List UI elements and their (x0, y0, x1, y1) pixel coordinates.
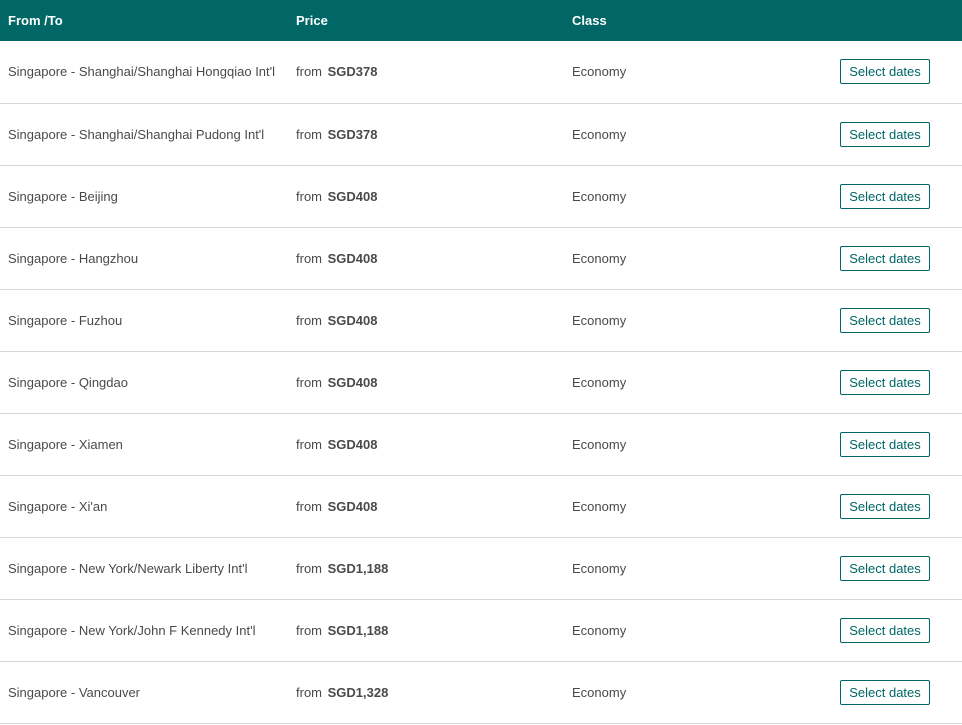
price-amount: SGD408 (327, 374, 378, 390)
price-cell: from SGD1,188 (296, 537, 572, 599)
table-row: Singapore - Fuzhou from SGD408 Economy S… (0, 289, 962, 351)
table-row: Singapore - Xi'an from SGD408 Economy Se… (0, 475, 962, 537)
class-cell: Economy (572, 622, 627, 638)
header-route: From /To (8, 13, 63, 28)
price-amount: SGD408 (327, 436, 378, 452)
table-row: Singapore - Qingdao from SGD408 Economy … (0, 351, 962, 413)
select-dates-button[interactable]: Select dates (840, 245, 930, 271)
price-cell: from SGD378 (296, 41, 572, 103)
price-prefix: from (296, 250, 322, 266)
action-cell: Select dates (822, 599, 962, 661)
route-cell: Singapore - Shanghai/Shanghai Hongqiao I… (8, 64, 276, 80)
table-row: Singapore - Hangzhou from SGD408 Economy… (0, 227, 962, 289)
action-cell: Select dates (822, 165, 962, 227)
route-cell: Singapore - Qingdao (8, 374, 128, 390)
route-cell: Singapore - New York/John F Kennedy Int'… (8, 622, 256, 638)
action-cell: Select dates (822, 41, 962, 103)
class-cell: Economy (572, 126, 627, 142)
table-row: Singapore - Shanghai/Shanghai Pudong Int… (0, 103, 962, 165)
select-dates-button[interactable]: Select dates (840, 369, 930, 395)
price-prefix: from (296, 436, 322, 452)
action-cell: Select dates (822, 475, 962, 537)
class-cell: Economy (572, 684, 627, 700)
price-cell: from SGD408 (296, 227, 572, 289)
table-row: Singapore - Shanghai/Shanghai Hongqiao I… (0, 41, 962, 103)
price-cell: from SGD1,188 (296, 599, 572, 661)
price-prefix: from (296, 126, 322, 142)
select-dates-button[interactable]: Select dates (840, 183, 930, 209)
table-header: From /To Price Class (0, 0, 962, 41)
header-class: Class (572, 13, 607, 28)
price-amount: SGD408 (327, 188, 378, 204)
route-cell: Singapore - Hangzhou (8, 250, 139, 266)
action-cell: Select dates (822, 351, 962, 413)
route-cell: Singapore - Xi'an (8, 498, 108, 514)
class-cell: Economy (572, 312, 627, 328)
action-cell: Select dates (822, 413, 962, 475)
select-dates-button[interactable]: Select dates (840, 59, 930, 85)
select-dates-button[interactable]: Select dates (840, 493, 930, 519)
class-cell: Economy (572, 250, 627, 266)
action-cell: Select dates (822, 289, 962, 351)
price-amount: SGD378 (327, 126, 378, 142)
price-cell: from SGD408 (296, 351, 572, 413)
price-prefix: from (296, 560, 322, 576)
header-price: Price (296, 13, 328, 28)
price-cell: from SGD408 (296, 413, 572, 475)
price-prefix: from (296, 684, 322, 700)
fare-table: From /To Price Class Singapore - Shangha… (0, 0, 962, 724)
price-prefix: from (296, 312, 322, 328)
class-cell: Economy (572, 188, 627, 204)
table-row: Singapore - Xiamen from SGD408 Economy S… (0, 413, 962, 475)
header-action (822, 0, 962, 41)
price-amount: SGD408 (327, 250, 378, 266)
price-prefix: from (296, 622, 322, 638)
select-dates-button[interactable]: Select dates (840, 555, 930, 581)
select-dates-button[interactable]: Select dates (840, 617, 930, 643)
select-dates-button[interactable]: Select dates (840, 307, 930, 333)
select-dates-button[interactable]: Select dates (840, 121, 930, 147)
table-row: Singapore - Beijing from SGD408 Economy … (0, 165, 962, 227)
price-amount: SGD408 (327, 312, 378, 328)
route-cell: Singapore - Beijing (8, 188, 118, 204)
route-cell: Singapore - Shanghai/Shanghai Pudong Int… (8, 126, 265, 142)
price-prefix: from (296, 498, 322, 514)
price-amount: SGD1,328 (327, 684, 389, 700)
class-cell: Economy (572, 498, 627, 514)
price-prefix: from (296, 188, 322, 204)
price-cell: from SGD408 (296, 289, 572, 351)
class-cell: Economy (572, 560, 627, 576)
action-cell: Select dates (822, 661, 962, 723)
table-body: Singapore - Shanghai/Shanghai Hongqiao I… (0, 41, 962, 723)
class-cell: Economy (572, 374, 627, 390)
route-cell: Singapore - Fuzhou (8, 312, 123, 328)
route-cell: Singapore - Vancouver (8, 684, 141, 700)
price-amount: SGD408 (327, 498, 378, 514)
price-cell: from SGD378 (296, 103, 572, 165)
route-cell: Singapore - New York/Newark Liberty Int'… (8, 560, 248, 576)
price-prefix: from (296, 64, 322, 80)
action-cell: Select dates (822, 537, 962, 599)
action-cell: Select dates (822, 227, 962, 289)
class-cell: Economy (572, 436, 627, 452)
price-amount: SGD1,188 (327, 560, 389, 576)
select-dates-button[interactable]: Select dates (840, 431, 930, 457)
action-cell: Select dates (822, 103, 962, 165)
price-cell: from SGD1,328 (296, 661, 572, 723)
price-cell: from SGD408 (296, 475, 572, 537)
price-cell: from SGD408 (296, 165, 572, 227)
class-cell: Economy (572, 64, 627, 80)
price-amount: SGD1,188 (327, 622, 389, 638)
price-amount: SGD378 (327, 64, 378, 80)
table-row: Singapore - New York/John F Kennedy Int'… (0, 599, 962, 661)
table-row: Singapore - New York/Newark Liberty Int'… (0, 537, 962, 599)
route-cell: Singapore - Xiamen (8, 436, 123, 452)
price-prefix: from (296, 374, 322, 390)
table-row: Singapore - Vancouver from SGD1,328 Econ… (0, 661, 962, 723)
select-dates-button[interactable]: Select dates (840, 679, 930, 705)
